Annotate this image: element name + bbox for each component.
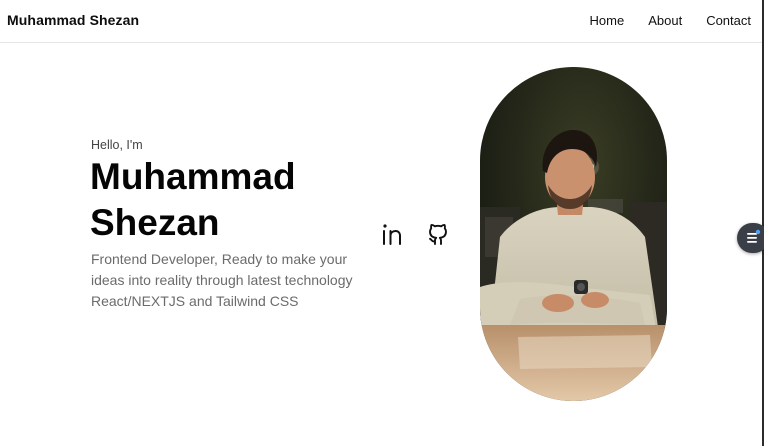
linkedin-icon[interactable] [381, 221, 407, 247]
hero-name-line1: Muhammad [90, 156, 296, 197]
profile-photo-illustration [480, 67, 667, 401]
hero-name-line2: Shezan [90, 202, 220, 243]
github-icon[interactable] [425, 221, 451, 247]
brand-name[interactable]: Muhammad Shezan [7, 12, 139, 28]
floating-menu-button[interactable] [737, 223, 764, 253]
nav-links: Home About Contact [590, 13, 751, 28]
menu-icon [747, 229, 761, 243]
nav-link-contact[interactable]: Contact [706, 13, 751, 28]
nav-link-home[interactable]: Home [590, 13, 625, 28]
nav-link-about[interactable]: About [648, 13, 682, 28]
social-links [381, 221, 451, 247]
profile-photo [480, 67, 667, 401]
hero-tagline: Frontend Developer, Ready to make your i… [91, 251, 353, 309]
hero-name: Muhammad Shezan [90, 154, 350, 246]
hero-greeting: Hello, I'm [91, 138, 143, 152]
navbar: Muhammad Shezan Home About Contact [0, 0, 762, 43]
